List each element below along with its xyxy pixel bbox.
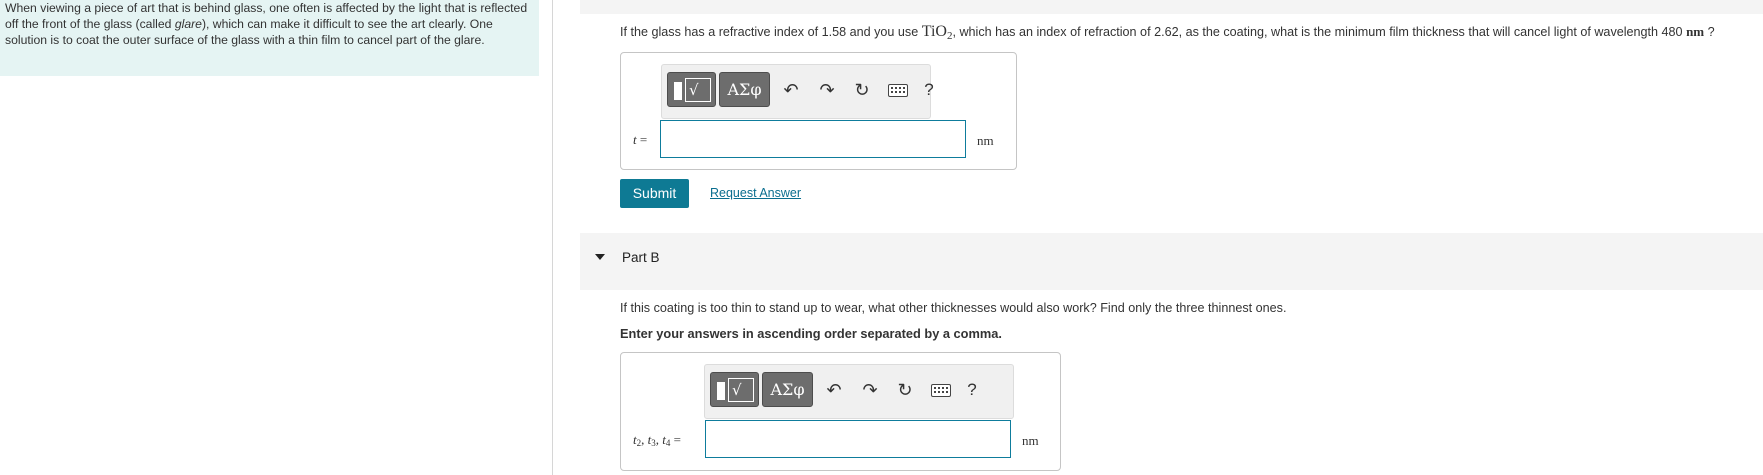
part-a-question-text-1: If the glass has a refractive index of 1… bbox=[620, 25, 922, 39]
root-glyph-b: √ bbox=[732, 381, 742, 399]
help-button[interactable]: ? bbox=[920, 79, 938, 101]
part-b-question: If this coating is too thin to stand up … bbox=[620, 301, 1287, 315]
t234-equals: = bbox=[670, 432, 681, 447]
t-answer-input[interactable] bbox=[660, 120, 966, 158]
collapse-caret-icon[interactable] bbox=[595, 254, 605, 260]
intro-emphasis: glare bbox=[174, 17, 202, 31]
reset-icon[interactable]: ↻ bbox=[895, 380, 915, 400]
help-button-b[interactable]: ? bbox=[963, 379, 981, 401]
submit-button[interactable]: Submit bbox=[620, 179, 689, 208]
intro-text: When viewing a piece of art that is behi… bbox=[5, 0, 531, 48]
part-a-question-text-2: , which has an index of refraction of 2.… bbox=[952, 25, 1687, 39]
fraction-root-icon-b: √ bbox=[728, 378, 754, 402]
t-unit: nm bbox=[977, 133, 994, 148]
templates-button-b[interactable]: √ bbox=[710, 372, 759, 407]
reset-icon[interactable]: ↻ bbox=[852, 80, 872, 100]
templates-button[interactable]: √ bbox=[667, 72, 716, 107]
fraction-root-icon: √ bbox=[685, 78, 711, 102]
compound-formula: TiO2 bbox=[921, 23, 953, 42]
math-toolbar: √ ΑΣφ ↶ ↷ ↻ ? bbox=[661, 64, 934, 119]
t-label: t = bbox=[633, 132, 647, 148]
undo-icon[interactable]: ↶ bbox=[781, 80, 801, 100]
part-a-question: If the glass has a refractive index of 1… bbox=[620, 23, 1715, 42]
t234-label: t2, t3, t4 = bbox=[633, 432, 681, 448]
wavelength-unit: nm bbox=[1686, 24, 1705, 39]
keyboard-icon[interactable] bbox=[888, 84, 908, 97]
t234-unit: nm bbox=[1022, 433, 1039, 448]
part-b-answer-box: √ ΑΣφ ↶ ↷ ↻ ? t2, t3, t4 = nm bbox=[620, 352, 1061, 471]
part-a-question-mark: ? bbox=[1704, 25, 1715, 39]
part-b-header[interactable]: Part B bbox=[580, 233, 1763, 290]
symbols-button-b[interactable]: ΑΣφ bbox=[762, 372, 813, 407]
t-equals: = bbox=[636, 132, 648, 147]
compound-name: TiO bbox=[921, 23, 947, 40]
left-panel: When viewing a piece of art that is behi… bbox=[0, 0, 539, 475]
request-answer-link[interactable]: Request Answer bbox=[710, 186, 801, 200]
part-a-answer-box: √ ΑΣφ ↶ ↷ ↻ ? t = nm bbox=[620, 52, 1017, 170]
problem-intro: When viewing a piece of art that is behi… bbox=[0, 0, 539, 76]
keyboard-icon[interactable] bbox=[931, 384, 951, 397]
t234-answer-input[interactable] bbox=[705, 420, 1011, 458]
part-b-title: Part B bbox=[622, 250, 660, 265]
redo-icon[interactable]: ↷ bbox=[860, 380, 880, 400]
panel-divider bbox=[552, 0, 553, 475]
template-block-icon-b bbox=[717, 382, 725, 400]
template-block-icon bbox=[674, 82, 682, 100]
part-b-instruction: Enter your answers in ascending order se… bbox=[620, 326, 1002, 341]
root-glyph: √ bbox=[689, 81, 699, 99]
undo-icon[interactable]: ↶ bbox=[824, 380, 844, 400]
redo-icon[interactable]: ↷ bbox=[817, 80, 837, 100]
math-toolbar-b: √ ΑΣφ ↶ ↷ ↻ ? bbox=[704, 364, 1014, 419]
part-a-header-strip bbox=[580, 0, 1763, 14]
symbols-button[interactable]: ΑΣφ bbox=[719, 72, 770, 107]
